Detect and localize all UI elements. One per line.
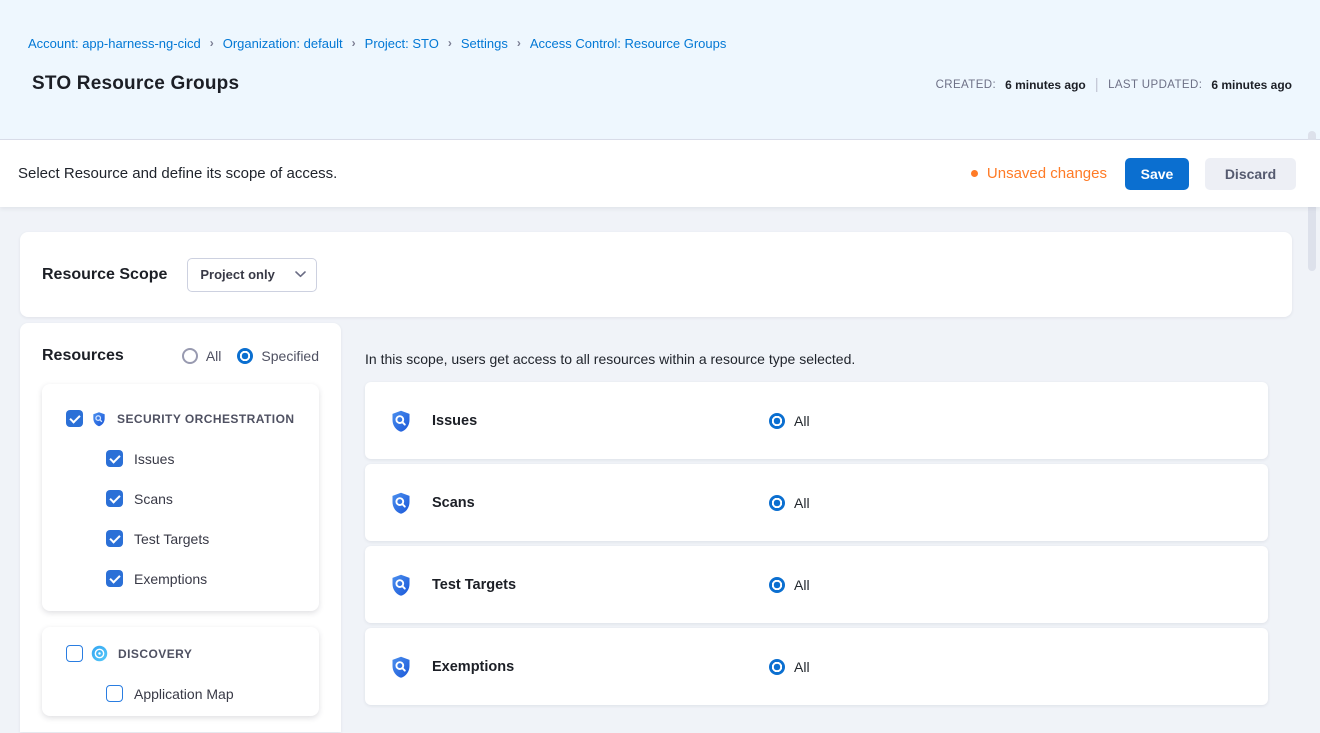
sto-shield-icon [389,491,413,515]
card-label-exemptions: Exemptions [432,659,514,675]
meta-divider: | [1095,76,1099,93]
access-all-label[interactable]: All [794,413,810,429]
discard-button[interactable]: Discard [1205,158,1296,190]
access-card-issues: Issues All [365,382,1268,459]
breadcrumb-separator: › [352,36,356,50]
breadcrumb-account-link[interactable]: Account: app-harness-ng-cicd [28,36,201,51]
security-orchestration-checkbox[interactable] [66,410,83,427]
resource-scope-dropdown[interactable]: Project only [187,258,317,292]
exemptions-checkbox[interactable] [106,570,123,587]
toolbar-description: Select Resource and define its scope of … [18,165,337,182]
chevron-down-icon [295,271,306,278]
tree-item-issues: Issues [106,450,305,467]
issues-label[interactable]: Issues [134,451,174,467]
access-all-label[interactable]: All [794,659,810,675]
last-updated-value: 6 minutes ago [1211,78,1292,92]
resources-title: Resources [42,347,124,365]
sto-shield-icon [389,409,413,433]
resource-scope-panel: Resource Scope Project only [20,232,1292,317]
breadcrumb: Account: app-harness-ng-cicd › Organizat… [28,36,1292,51]
sto-shield-icon [389,573,413,597]
discovery-checkbox[interactable] [66,645,83,662]
created-label: CREATED: [936,79,997,91]
tree-item-test-targets: Test Targets [106,530,305,547]
page-content: Resource Scope Project only Resources Al… [0,207,1320,732]
tree-item-exemptions: Exemptions [106,570,305,587]
access-option-exemptions: All [769,659,810,675]
breadcrumb-separator: › [517,36,521,50]
access-card-test-targets: Test Targets All [365,546,1268,623]
sto-shield-icon [389,655,413,679]
resources-mode-radio-group: All Specified [182,348,319,364]
card-label-test-targets: Test Targets [432,577,516,593]
resource-scope-selected-value: Project only [200,267,274,282]
discovery-icon [91,645,108,662]
resources-mode-specified-label: Specified [261,348,319,364]
breadcrumb-organization-link[interactable]: Organization: default [223,36,343,51]
discovery-label[interactable]: DISCOVERY [118,647,192,661]
resources-mode-all-label: All [206,348,222,364]
resource-group-security-orchestration: SECURITY ORCHESTRATION Issues Scans Test… [42,384,319,611]
breadcrumb-access-control-link[interactable]: Access Control: Resource Groups [530,36,727,51]
unsaved-changes-label: Unsaved changes [987,165,1107,182]
security-orchestration-label[interactable]: SECURITY ORCHESTRATION [117,412,294,426]
created-updated-meta: CREATED: 6 minutes ago | LAST UPDATED: 6… [936,76,1292,93]
test-targets-checkbox[interactable] [106,530,123,547]
resource-group-discovery: DISCOVERY Application Map [42,627,319,716]
breadcrumb-separator: › [210,36,214,50]
radio-all-icon[interactable] [769,577,785,593]
resource-scope-label: Resource Scope [42,266,167,284]
resources-mode-specified[interactable]: Specified [237,348,319,364]
tree-item-scans: Scans [106,490,305,507]
created-value: 6 minutes ago [1005,78,1086,92]
access-all-label[interactable]: All [794,495,810,511]
access-card-scans: Scans All [365,464,1268,541]
access-option-test-targets: All [769,577,810,593]
access-main: In this scope, users get access to all r… [365,323,1292,710]
unsaved-changes-status: Unsaved changes [971,165,1107,182]
card-label-issues: Issues [432,413,477,429]
card-label-scans: Scans [432,495,475,511]
application-map-label[interactable]: Application Map [134,686,234,702]
unsaved-dot-icon [971,170,978,177]
exemptions-label[interactable]: Exemptions [134,571,207,587]
scope-description: In this scope, users get access to all r… [365,351,1292,367]
action-toolbar: Select Resource and define its scope of … [0,140,1320,207]
radio-all-icon[interactable] [769,659,785,675]
application-map-checkbox[interactable] [106,685,123,702]
page-header: Account: app-harness-ng-cicd › Organizat… [0,0,1320,140]
save-button[interactable]: Save [1125,158,1189,190]
access-all-label[interactable]: All [794,577,810,593]
radio-all-icon[interactable] [769,413,785,429]
radio-specified-icon[interactable] [237,348,253,364]
breadcrumb-settings-link[interactable]: Settings [461,36,508,51]
radio-all-icon[interactable] [182,348,198,364]
access-option-issues: All [769,413,810,429]
test-targets-label[interactable]: Test Targets [134,531,209,547]
scans-checkbox[interactable] [106,490,123,507]
breadcrumb-separator: › [448,36,452,50]
last-updated-label: LAST UPDATED: [1108,79,1202,91]
sto-shield-icon [91,411,107,427]
page-title: STO Resource Groups [32,73,239,95]
access-option-scans: All [769,495,810,511]
resources-mode-all[interactable]: All [182,348,222,364]
radio-all-icon[interactable] [769,495,785,511]
resources-panel: Resources All Specified [20,323,341,732]
breadcrumb-project-link[interactable]: Project: STO [365,36,439,51]
tree-item-application-map: Application Map [106,685,305,702]
scans-label[interactable]: Scans [134,491,173,507]
issues-checkbox[interactable] [106,450,123,467]
access-card-exemptions: Exemptions All [365,628,1268,705]
